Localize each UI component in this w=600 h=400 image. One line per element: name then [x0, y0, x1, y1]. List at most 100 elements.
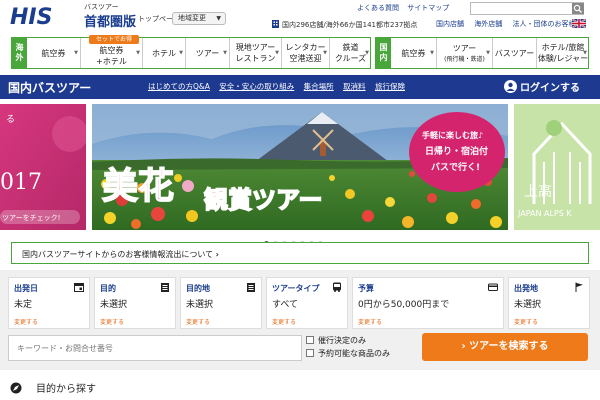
svg-text:017: 017 [0, 170, 42, 195]
quick-links: よくある質問 サイトマップ [357, 3, 455, 13]
his-logo[interactable]: HIS [8, 2, 78, 28]
sitemap-link[interactable]: サイトマップ [407, 4, 449, 12]
nav-label: 現地ツアー [235, 43, 276, 52]
checkbox-bookable-only[interactable]: 予約可能な商品のみ [306, 348, 390, 359]
filter-label: 予算 [358, 284, 374, 293]
filter-change-link[interactable]: 変更する [358, 317, 382, 326]
filter-label: 出発日 [14, 284, 38, 293]
chevron-down-icon: ▼ [136, 50, 140, 56]
svg-text:日帰り・宿泊付: 日帰り・宿泊付 [425, 145, 488, 157]
nav-label: バスツアー [494, 48, 535, 58]
filter-budget[interactable]: 予算 0円から50,000円まで 変更する [352, 277, 504, 329]
filter-label: ツアータイプ [272, 284, 320, 293]
notice-link[interactable]: 国内バスツアーサイトからのお客様情報流出について › [11, 242, 589, 264]
svg-text:る: る [6, 114, 15, 125]
filter-destination[interactable]: 目的地 未選択 変更する [180, 277, 262, 329]
store-info: 国内296店舗/海外66か国141都市237拠点 [271, 19, 417, 30]
nav-domestic-hotel[interactable]: ホテル/旅館 体験/レジャー ▼ [537, 38, 589, 68]
region-change-button[interactable]: 地域変更 ▼ [172, 12, 226, 25]
uk-flag-icon[interactable] [572, 19, 586, 28]
link-beginner-qa[interactable]: はじめての方Q&A [148, 82, 210, 91]
bus-tour-title[interactable]: 国内バスツアー [8, 79, 91, 96]
filter-value: 0円から50,000円まで [358, 300, 450, 310]
filter-change-link[interactable]: 変更する [100, 317, 124, 326]
svg-text:JAPAN ALPS K: JAPAN ALPS K [517, 209, 572, 218]
filter-change-link[interactable]: 変更する [514, 317, 538, 326]
nav-overseas-flight[interactable]: 航空券 ▼ [27, 38, 81, 68]
overseas-nav: 海外 セットでお得 航空券 ▼ 航空券 +ホテル ▼ ホテル ▼ ツアー ▼ 現… [11, 35, 371, 69]
filter-departure-place[interactable]: 出発地 未選択 変更する [508, 277, 590, 329]
store-info-text: 国内296店舗/海外66か国141都市237拠点 [282, 21, 418, 29]
link-insurance[interactable]: 旅行保険 [375, 82, 405, 91]
checkbox-label: 催行決定のみ [318, 336, 366, 345]
nav-overseas-hotel[interactable]: ホテル ▼ [143, 38, 186, 68]
nav-overseas-flight-hotel[interactable]: 航空券 +ホテル ▼ [81, 38, 143, 68]
domestic-store-link[interactable]: 国内店舗 [436, 20, 464, 28]
nav-domestic-flight[interactable]: 航空券 ▼ [391, 38, 437, 68]
chevron-down-icon: ▼ [430, 50, 434, 56]
flag-icon [575, 282, 583, 292]
chevron-down-icon: ▼ [323, 50, 327, 56]
nav-sublabel: 空港送迎 [289, 54, 322, 63]
nav-sublabel: 体験/レジャー [537, 54, 589, 63]
site-name[interactable]: 首都圏版 [84, 11, 136, 30]
filter-departure-date[interactable]: 出発日 未定 変更する [8, 277, 90, 329]
filter-value: すべて [272, 300, 299, 310]
filter-change-link[interactable]: 変更する [14, 317, 38, 326]
bus-icon [333, 282, 341, 292]
filter-label: 目的 [100, 284, 116, 293]
link-cancel-fee[interactable]: 取消料 [343, 82, 366, 91]
chevron-down-icon: ▼ [275, 50, 279, 56]
bus-tour-bar: 国内バスツアー はじめての方Q&A 安全・安心の取り組み 集合場所 取消料 旅行… [0, 75, 600, 99]
carousel-prev-slide[interactable]: る 017 ツアーをチェック! [0, 104, 86, 230]
section-title: 目的から探す [36, 384, 96, 395]
chevron-down-icon: ▼ [74, 50, 78, 56]
login-button[interactable]: ログインする [504, 79, 580, 94]
filter-value: 未選択 [186, 300, 214, 310]
filter-tour-type[interactable]: ツアータイプ すべて 変更する [266, 277, 348, 329]
filter-change-link[interactable]: 変更する [186, 317, 210, 326]
search-tours-label: ツアーを検索する [469, 341, 549, 352]
domestic-tag: 国内 [376, 38, 391, 68]
nav-overseas-rentacar[interactable]: レンタカー 空港送迎 ▼ [282, 38, 330, 68]
chevron-down-icon: ▼ [223, 50, 227, 56]
chevron-right-icon: › [461, 341, 466, 352]
corporate-link[interactable]: 法人・団体のお客様 [512, 20, 575, 28]
checkbox-label: 予約可能な商品のみ [318, 349, 390, 358]
section-heading: 目的から探す [10, 380, 96, 395]
filter-label: 出発地 [514, 284, 538, 293]
filter-label: 目的地 [186, 284, 210, 293]
link-safety[interactable]: 安全・安心の取り組み [219, 82, 294, 91]
site-search-input[interactable] [470, 2, 584, 15]
nav-overseas-rail[interactable]: 鉄道 クルーズ ▼ [330, 38, 371, 68]
nav-label: ホテル/旅館 [541, 43, 585, 52]
chevron-right-icon: › [215, 250, 219, 259]
card-icon [488, 283, 498, 291]
filter-value: 未選択 [514, 300, 542, 310]
checkbox-box[interactable] [306, 349, 314, 357]
chevron-down-icon: ▼ [365, 50, 369, 56]
link-meeting-place[interactable]: 集合場所 [304, 82, 334, 91]
carousel-next-slide[interactable]: 上高 JAPAN ALPS K [514, 104, 600, 230]
nav-overseas-local-tour[interactable]: 現地ツアー レストラン ▼ [230, 38, 282, 68]
nav-sublabel: (飛行機・鉄道) [444, 56, 485, 63]
nav-domestic-bus-tour[interactable]: バスツアー [493, 38, 537, 68]
filter-change-link[interactable]: 変更する [272, 317, 296, 326]
search-icon[interactable] [572, 3, 584, 14]
page: HIS バスツアー 首都圏版 トップページ 地域変更 ▼ よくある質問 サイトマ… [0, 0, 600, 400]
nav-sublabel: レストラン [235, 54, 276, 63]
checkbox-box[interactable] [306, 336, 314, 344]
checkbox-confirmed-only[interactable]: 催行決定のみ [306, 335, 366, 346]
overseas-store-link[interactable]: 海外店舗 [474, 20, 502, 28]
user-icon [504, 80, 517, 93]
search-tours-button[interactable]: › ツアーを検索する [422, 333, 588, 361]
faq-link[interactable]: よくある質問 [357, 4, 399, 12]
svg-text:手軽に楽しむ旅♪: 手軽に楽しむ旅♪ [422, 130, 483, 140]
filter-purpose[interactable]: 目的 未選択 変更する [94, 277, 176, 329]
carousel-main-banner[interactable]: 美花 観賞ツアー 手軽に楽しむ旅♪ 日帰り・宿泊付 バスで行く! [92, 104, 508, 230]
filter-value: 未選択 [100, 300, 128, 310]
nav-domestic-tour[interactable]: ツアー (飛行機・鉄道) ▼ [437, 38, 493, 68]
keyword-input[interactable] [9, 336, 301, 361]
login-label: ログインする [520, 83, 580, 94]
nav-overseas-tour[interactable]: ツアー ▼ [186, 38, 230, 68]
